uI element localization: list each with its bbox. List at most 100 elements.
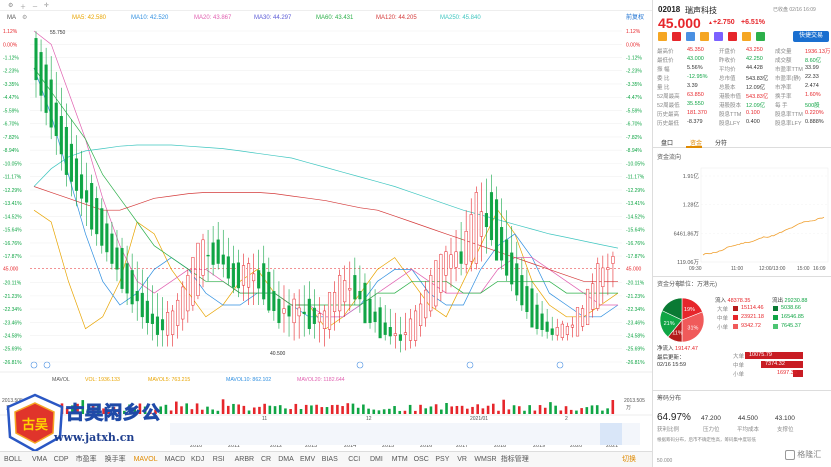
candle-body[interactable] xyxy=(231,263,235,288)
candle-body[interactable] xyxy=(110,233,114,264)
indicator-tab[interactable]: EMV xyxy=(300,452,315,467)
candle-body[interactable] xyxy=(403,332,407,335)
candle-body[interactable] xyxy=(408,318,413,341)
candle-body[interactable] xyxy=(247,263,251,288)
calc-icon[interactable] xyxy=(756,32,765,41)
indicator-tab[interactable]: MAVOL xyxy=(134,452,158,467)
candle-body[interactable] xyxy=(424,289,428,319)
candle-body[interactable] xyxy=(292,298,296,324)
indicator-tab[interactable]: DMA xyxy=(278,452,294,467)
candle-body[interactable] xyxy=(282,308,286,314)
candle-body[interactable] xyxy=(489,192,494,241)
candle-body[interactable] xyxy=(49,79,53,128)
candle-body[interactable] xyxy=(262,263,266,300)
candle-body[interactable] xyxy=(520,275,524,306)
candle-body[interactable] xyxy=(85,190,89,203)
candle-body[interactable] xyxy=(206,254,210,257)
event-marker-icon[interactable] xyxy=(30,361,38,369)
candle-body[interactable] xyxy=(505,239,509,276)
indicator-tab[interactable]: RSI xyxy=(213,452,225,467)
candle-body[interactable] xyxy=(160,319,165,331)
candle-body[interactable] xyxy=(211,242,215,265)
candle-body[interactable] xyxy=(545,321,549,332)
candle-body[interactable] xyxy=(378,307,382,339)
candle-body[interactable] xyxy=(348,288,352,291)
candle-body[interactable] xyxy=(317,313,321,323)
event-marker-icon[interactable] xyxy=(356,361,364,369)
candle-body[interactable] xyxy=(535,304,539,329)
indicator-tab[interactable]: PSY xyxy=(435,452,449,467)
candle-body[interactable] xyxy=(145,300,149,323)
candle-body[interactable] xyxy=(530,288,534,328)
candle-body[interactable] xyxy=(429,275,433,312)
candle-body[interactable] xyxy=(166,312,170,336)
candle-body[interactable] xyxy=(171,310,175,335)
candle-body[interactable] xyxy=(150,313,154,324)
candle-body[interactable] xyxy=(79,174,84,199)
candle-body[interactable] xyxy=(383,322,387,335)
candle-body[interactable] xyxy=(59,116,63,155)
candle-body[interactable] xyxy=(196,242,200,297)
candle-body[interactable] xyxy=(570,324,575,328)
candle-body[interactable] xyxy=(419,303,423,327)
candle-body[interactable] xyxy=(327,292,332,330)
indicator-tab[interactable]: KDJ xyxy=(191,452,204,467)
compare-icon[interactable] xyxy=(714,32,723,41)
indicator-tab[interactable]: ARBR xyxy=(235,452,254,467)
note-icon[interactable] xyxy=(700,32,709,41)
indicator-tab[interactable]: VR xyxy=(457,452,467,467)
indicator-tab[interactable]: BIAS xyxy=(322,452,338,467)
candle-body[interactable] xyxy=(333,292,337,312)
candle-body[interactable] xyxy=(540,313,544,330)
candle-body[interactable] xyxy=(575,307,580,337)
candle-body[interactable] xyxy=(241,265,246,286)
candle-body[interactable] xyxy=(555,327,559,336)
candle-body[interactable] xyxy=(343,280,347,303)
candle-body[interactable] xyxy=(297,307,301,317)
candle-body[interactable] xyxy=(434,260,438,307)
switch-button[interactable]: 切换 xyxy=(622,452,636,467)
indicator-tab[interactable]: MTM xyxy=(392,452,408,467)
candle-body[interactable] xyxy=(586,288,590,326)
candle-body[interactable] xyxy=(115,247,119,270)
candle-body[interactable] xyxy=(277,298,281,324)
candle-body[interactable] xyxy=(186,275,190,312)
candle-body[interactable] xyxy=(100,208,104,246)
alert-icon[interactable] xyxy=(672,32,681,41)
indicator-tab[interactable]: MACD xyxy=(165,452,186,467)
overview-band[interactable] xyxy=(170,423,640,445)
indicator-tab[interactable]: CR xyxy=(261,452,271,467)
candle-body[interactable] xyxy=(105,223,109,253)
candle-body[interactable] xyxy=(120,248,124,289)
star-icon[interactable] xyxy=(658,32,667,41)
indicator-tab[interactable]: 市盈率 xyxy=(76,452,97,467)
candle-body[interactable] xyxy=(272,291,276,311)
candle-body[interactable] xyxy=(216,239,220,264)
candle-body[interactable] xyxy=(90,183,94,230)
candle-body[interactable] xyxy=(257,270,261,289)
candle-body[interactable] xyxy=(454,251,458,268)
candle-body[interactable] xyxy=(398,334,402,341)
candle-body[interactable] xyxy=(287,305,291,317)
candle-body[interactable] xyxy=(601,267,605,287)
candle-body[interactable] xyxy=(140,292,144,318)
quick-trade-button[interactable]: 快捷交易 xyxy=(793,31,829,42)
candle-body[interactable] xyxy=(353,275,357,300)
candle-body[interactable] xyxy=(312,307,316,324)
candle-body[interactable] xyxy=(414,310,418,341)
event-marker-icon[interactable] xyxy=(466,361,474,369)
candle-body[interactable] xyxy=(302,311,306,315)
f10-icon[interactable] xyxy=(742,32,751,41)
candle-body[interactable] xyxy=(373,311,377,323)
candle-body[interactable] xyxy=(464,230,468,265)
tab-tick[interactable]: 分符 xyxy=(715,138,727,147)
candle-body[interactable] xyxy=(54,102,58,136)
candle-body[interactable] xyxy=(135,291,139,302)
indicator-tab[interactable]: WMSR xyxy=(474,452,496,467)
candle-body[interactable] xyxy=(596,263,600,309)
candle-body[interactable] xyxy=(581,308,585,327)
candle-body[interactable] xyxy=(39,52,43,96)
candle-body[interactable] xyxy=(444,251,448,276)
indicator-tab[interactable]: VMA xyxy=(32,452,47,467)
candle-body[interactable] xyxy=(449,254,453,269)
